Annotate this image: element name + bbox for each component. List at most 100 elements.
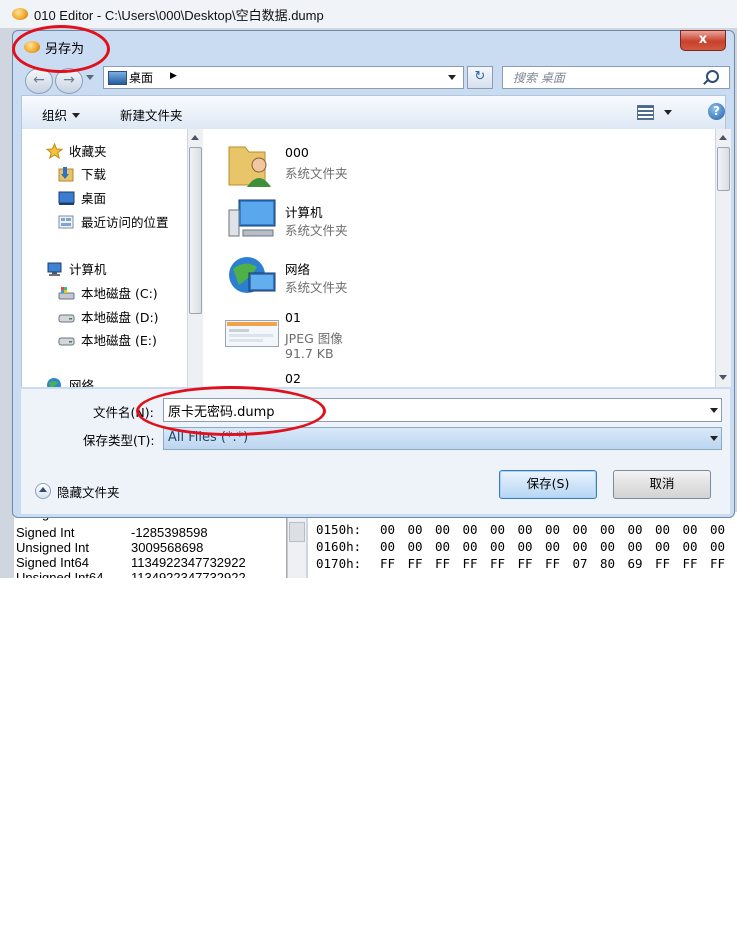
hex-byte[interactable]: 00 <box>573 539 601 554</box>
desktop-icon <box>108 71 127 85</box>
hex-byte[interactable]: 00 <box>380 522 408 537</box>
scroll-up-icon[interactable] <box>719 135 727 140</box>
drive-icon <box>58 337 75 346</box>
hex-byte[interactable]: 00 <box>600 539 628 554</box>
hex-byte[interactable]: 00 <box>408 522 436 537</box>
cancel-button[interactable]: 取消 <box>613 470 711 499</box>
file-type: JPEG 图像 <box>285 331 343 346</box>
address-dropdown-icon[interactable] <box>448 75 456 80</box>
list-item[interactable]: 01 JPEG 图像 91.7 KB <box>203 306 503 362</box>
hex-byte[interactable]: FF <box>545 556 573 571</box>
downloads-folder-icon <box>58 167 74 182</box>
hex-byte[interactable]: 00 <box>545 522 573 537</box>
close-button[interactable]: x <box>680 30 726 51</box>
hex-address: 0150h: <box>316 522 362 537</box>
file-type: 系统文件夹 <box>285 166 348 181</box>
hex-byte[interactable]: 00 <box>628 539 656 554</box>
star-icon <box>46 143 63 159</box>
hex-byte[interactable]: 00 <box>463 539 491 554</box>
computer-icon <box>228 199 276 237</box>
editor-title: 010 Editor - C:\Users\000\Desktop\空白数据.d… <box>34 8 324 23</box>
inspector-scroll-thumb[interactable] <box>289 522 305 542</box>
search-input[interactable]: 搜索 桌面 <box>502 66 730 89</box>
hex-byte[interactable]: 07 <box>573 556 601 571</box>
view-options-icon[interactable] <box>637 105 654 120</box>
file-list-scrollbar[interactable] <box>715 129 731 387</box>
app-icon <box>12 8 28 20</box>
hex-view[interactable]: 0150h:0000000000000000000000000000 0160h… <box>308 512 737 578</box>
list-item[interactable]: 02 <box>203 363 503 387</box>
address-bar[interactable]: 桌面 ▶ <box>103 66 464 89</box>
back-arrow-icon: ← <box>33 72 45 88</box>
hex-byte[interactable]: FF <box>435 556 463 571</box>
chevron-down-icon <box>72 113 81 118</box>
hex-byte[interactable]: FF <box>518 556 546 571</box>
address-crumb[interactable]: 桌面 <box>129 69 153 86</box>
file-list: 000 系统文件夹 计算机 系统文件夹 网络 系统文件夹 01 JPEG 图像 … <box>203 129 715 387</box>
hide-folders-toggle[interactable]: 隐藏文件夹 <box>57 482 120 501</box>
navigation-scrollbar[interactable] <box>187 129 204 387</box>
hex-byte[interactable]: 00 <box>655 539 683 554</box>
file-name: 02 <box>285 371 301 386</box>
annotation-circle-title <box>12 25 110 73</box>
hex-byte[interactable]: 00 <box>573 522 601 537</box>
refresh-button[interactable]: ↻ <box>467 66 493 89</box>
list-item[interactable]: 计算机 系统文件夹 <box>203 192 503 248</box>
new-folder-button[interactable]: 新建文件夹 <box>120 105 183 124</box>
hex-byte[interactable]: 00 <box>408 539 436 554</box>
hex-byte[interactable]: 00 <box>435 522 463 537</box>
hex-byte[interactable]: 00 <box>380 539 408 554</box>
hex-byte[interactable]: FF <box>463 556 491 571</box>
hex-byte[interactable]: 69 <box>628 556 656 571</box>
hex-byte[interactable]: 00 <box>655 522 683 537</box>
image-thumbnail <box>225 320 279 347</box>
search-icon[interactable] <box>706 70 719 83</box>
save-as-dialog: 另存为 x ← → 桌面 ▶ ↻ 搜索 桌面 组织 新建文件夹 ? 收藏夹 下载… <box>12 30 735 518</box>
hex-byte[interactable]: FF <box>408 556 436 571</box>
hex-byte[interactable]: 00 <box>710 539 737 554</box>
hex-byte[interactable]: 00 <box>710 522 737 537</box>
hex-byte[interactable]: 00 <box>463 522 491 537</box>
scroll-up-icon[interactable] <box>191 135 199 140</box>
hex-byte[interactable]: 00 <box>490 522 518 537</box>
hex-byte[interactable]: 00 <box>490 539 518 554</box>
file-name: 000 <box>285 145 309 160</box>
organize-label: 组织 <box>42 108 68 123</box>
chevron-right-icon[interactable]: ▶ <box>170 71 177 81</box>
system-drive-icon <box>58 287 75 300</box>
organize-menu[interactable]: 组织 <box>42 105 81 124</box>
hex-address: 0170h: <box>316 556 362 571</box>
recent-locations-dropdown[interactable] <box>86 75 94 80</box>
hex-byte[interactable]: 00 <box>545 539 573 554</box>
hex-byte[interactable]: 00 <box>683 539 711 554</box>
hex-byte[interactable]: 00 <box>518 539 546 554</box>
view-dropdown-icon[interactable] <box>664 110 672 115</box>
save-button[interactable]: 保存(S) <box>499 470 597 499</box>
hex-byte[interactable]: FF <box>380 556 408 571</box>
chevron-down-icon[interactable] <box>710 436 718 441</box>
list-item[interactable]: 网络 系统文件夹 <box>203 249 503 305</box>
hex-byte[interactable]: 80 <box>600 556 628 571</box>
file-name: 网络 <box>285 262 311 277</box>
list-item[interactable]: 000 系统文件夹 <box>203 135 503 191</box>
forward-arrow-icon: → <box>63 72 75 88</box>
collapse-icon[interactable] <box>35 483 51 499</box>
navigation-scroll-thumb[interactable] <box>189 147 202 314</box>
hex-byte[interactable]: FF <box>655 556 683 571</box>
hex-byte[interactable]: FF <box>683 556 711 571</box>
scroll-down-icon[interactable] <box>719 375 727 380</box>
search-placeholder: 搜索 桌面 <box>513 71 565 85</box>
hex-byte[interactable]: FF <box>490 556 518 571</box>
file-list-scroll-thumb[interactable] <box>717 147 730 191</box>
chevron-down-icon[interactable] <box>710 408 718 413</box>
hex-byte[interactable]: FF <box>710 556 737 571</box>
hex-byte[interactable]: 00 <box>600 522 628 537</box>
hex-byte[interactable]: 00 <box>435 539 463 554</box>
hex-byte[interactable]: 00 <box>518 522 546 537</box>
recent-places-icon <box>58 215 74 229</box>
hex-byte[interactable]: 00 <box>628 522 656 537</box>
file-type: 系统文件夹 <box>285 280 348 295</box>
help-icon[interactable]: ? <box>708 103 725 120</box>
hex-byte[interactable]: 00 <box>683 522 711 537</box>
inspector-panel: Unsigned Short24890 Signed Int-128539859… <box>14 512 287 578</box>
